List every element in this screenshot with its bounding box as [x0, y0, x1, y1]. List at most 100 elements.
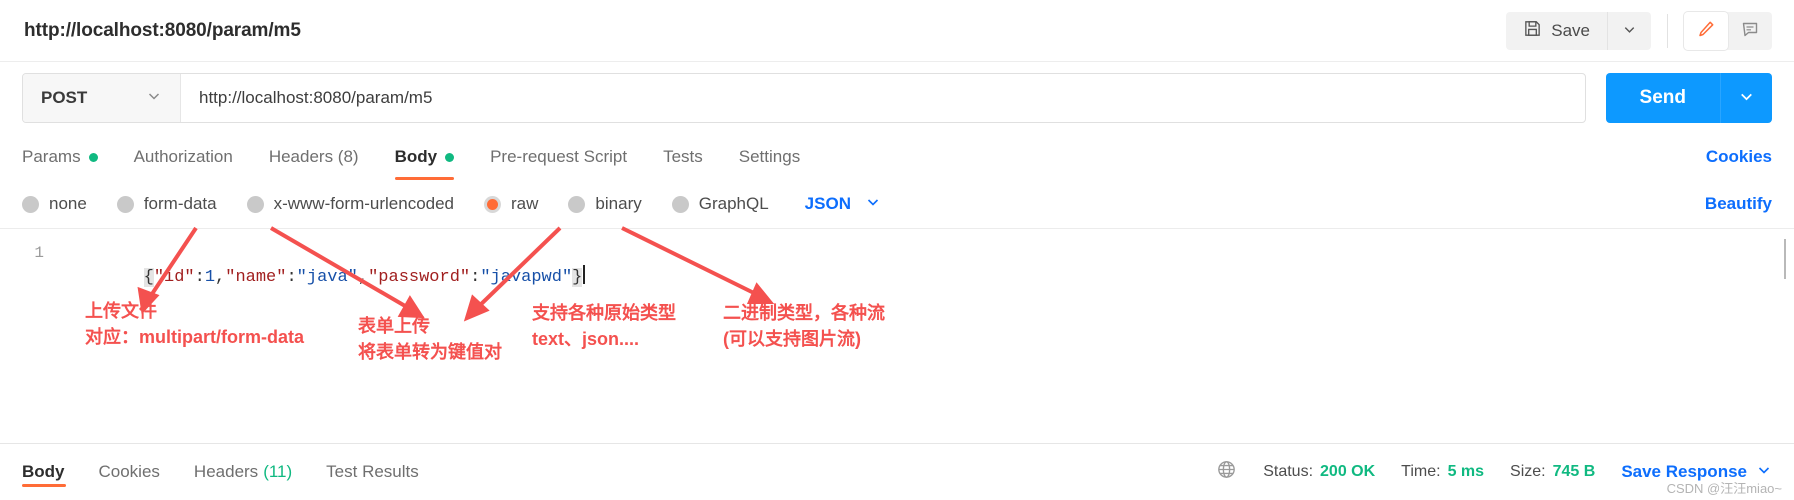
- tab-settings[interactable]: Settings: [739, 134, 800, 180]
- beautify-link[interactable]: Beautify: [1705, 194, 1772, 214]
- send-options-button[interactable]: [1720, 73, 1772, 123]
- save-button-group: Save: [1506, 11, 1651, 50]
- tab-pre-request-script-label: Pre-request Script: [490, 147, 628, 166]
- status-item: Status: 200 OK: [1263, 463, 1375, 481]
- body-type-graphql-label: GraphQL: [698, 194, 769, 213]
- raw-format-select[interactable]: JSON: [805, 194, 881, 215]
- toolbar-divider: [1667, 13, 1668, 48]
- body-type-binary[interactable]: binary: [568, 194, 642, 214]
- url-bar-row: POST Send: [0, 62, 1794, 134]
- token-colon: :: [470, 268, 481, 287]
- token-colon: :: [194, 268, 205, 287]
- radio-icon: [671, 195, 689, 213]
- save-options-button[interactable]: [1607, 11, 1651, 50]
- raw-format-label: JSON: [804, 194, 851, 213]
- body-type-raw[interactable]: raw: [484, 194, 538, 214]
- token-key-password: "password": [368, 268, 471, 287]
- response-tab-test-results[interactable]: Test Results: [326, 444, 419, 500]
- token-value-id: 1: [204, 268, 216, 287]
- save-button[interactable]: Save: [1506, 11, 1607, 50]
- line-number: 1: [34, 244, 44, 262]
- size-value: 745 B: [1552, 463, 1596, 480]
- radio-icon: [116, 195, 134, 213]
- token-value-password: "javapwd": [480, 268, 573, 287]
- radio-icon: [246, 195, 264, 213]
- tab-headers[interactable]: Headers (8): [269, 134, 359, 180]
- response-headers-count: (11): [263, 462, 293, 481]
- top-bar-actions: Save: [1506, 11, 1794, 50]
- request-tabs: Params Authorization Headers (8) Body Pr…: [0, 134, 1794, 180]
- chevron-down-icon: [1622, 22, 1637, 40]
- tab-tests-label: Tests: [663, 147, 703, 166]
- token-value-name: "java": [296, 268, 358, 287]
- time-item: Time: 5 ms: [1401, 463, 1484, 481]
- annotation-raw: 支持各种原始类型 text、json....: [532, 303, 676, 350]
- watermark: CSDN @汪汪miao~: [1666, 481, 1782, 496]
- tab-authorization-label: Authorization: [133, 147, 233, 166]
- token-close-brace: }: [572, 268, 583, 287]
- chevron-down-icon: [146, 88, 162, 109]
- http-method-select[interactable]: POST: [23, 74, 181, 122]
- body-type-x-www-form-urlencoded-label: x-www-form-urlencoded: [273, 194, 455, 213]
- url-bar: POST: [22, 73, 1586, 123]
- comment-icon: [1740, 19, 1760, 42]
- comments-button[interactable]: [1728, 12, 1772, 50]
- tab-params[interactable]: Params: [22, 134, 98, 180]
- body-type-x-www-form-urlencoded[interactable]: x-www-form-urlencoded: [246, 194, 455, 214]
- save-button-label: Save: [1551, 20, 1590, 40]
- response-tab-cookies[interactable]: Cookies: [99, 444, 160, 500]
- body-type-graphql[interactable]: GraphQL: [671, 194, 769, 214]
- response-tab-headers[interactable]: Headers (11): [194, 444, 292, 500]
- tab-params-label: Params: [22, 147, 81, 166]
- editor-scrollbar[interactable]: [1780, 239, 1790, 279]
- send-button[interactable]: Send: [1605, 73, 1720, 123]
- tab-tests[interactable]: Tests: [663, 134, 703, 180]
- annotation-urlencoded: 表单上传 将表单转为键值对: [358, 316, 502, 363]
- radio-icon: [568, 195, 586, 213]
- tab-headers-label: Headers (8): [268, 147, 359, 166]
- chevron-down-icon: [1738, 88, 1755, 108]
- radio-icon: [22, 195, 39, 213]
- body-type-none[interactable]: none: [22, 194, 87, 214]
- status-value: 200 OK: [1320, 463, 1376, 480]
- token-comma: ,: [215, 268, 226, 287]
- response-tab-body[interactable]: Body: [22, 444, 66, 500]
- body-type-form-data[interactable]: form-data: [116, 194, 217, 214]
- body-type-binary-label: binary: [595, 194, 642, 213]
- chevron-down-icon: [865, 194, 881, 215]
- request-title: http://localhost:8080/param/m5: [24, 19, 301, 41]
- tab-pre-request-script[interactable]: Pre-request Script: [490, 134, 627, 180]
- body-type-none-label: none: [49, 194, 87, 213]
- params-modified-dot: [88, 152, 98, 162]
- pencil-icon: [1696, 19, 1716, 42]
- send-button-group: Send: [1605, 73, 1772, 123]
- response-tab-test-results-label: Test Results: [326, 462, 419, 481]
- globe-icon: [1216, 459, 1237, 485]
- tab-settings-label: Settings: [738, 147, 801, 166]
- response-tab-body-label: Body: [22, 462, 65, 481]
- token-key-id: "id": [153, 268, 195, 287]
- body-modified-dot: [445, 152, 455, 162]
- radio-icon-selected: [484, 195, 502, 213]
- body-type-raw-label: raw: [511, 194, 539, 213]
- top-bar: http://localhost:8080/param/m5 Save: [0, 0, 1794, 62]
- body-type-form-data-label: form-data: [143, 194, 217, 213]
- response-bar: Body Cookies Headers (11) Test Results S…: [0, 443, 1794, 500]
- tab-authorization[interactable]: Authorization: [134, 134, 233, 180]
- status-label: Status:: [1263, 463, 1314, 480]
- text-cursor: [583, 265, 585, 284]
- url-input[interactable]: [181, 74, 1585, 122]
- response-tab-cookies-label: Cookies: [98, 462, 160, 481]
- token-open-brace: {: [143, 268, 154, 287]
- token-key-name: "name": [225, 268, 287, 287]
- annotation-binary: 二进制类型，各种流 (可以支持图片流): [723, 303, 885, 350]
- size-item: Size: 745 B: [1510, 463, 1595, 481]
- tab-body[interactable]: Body: [394, 134, 455, 180]
- size-label: Size:: [1510, 463, 1546, 480]
- token-colon: :: [286, 268, 297, 287]
- cookies-link[interactable]: Cookies: [1706, 147, 1772, 167]
- annotation-form-data: 上传文件 对应：multipart/form-data: [85, 301, 305, 348]
- edit-mode-button[interactable]: [1684, 11, 1728, 50]
- response-tab-headers-label: Headers: [193, 462, 259, 481]
- token-comma: ,: [357, 268, 369, 287]
